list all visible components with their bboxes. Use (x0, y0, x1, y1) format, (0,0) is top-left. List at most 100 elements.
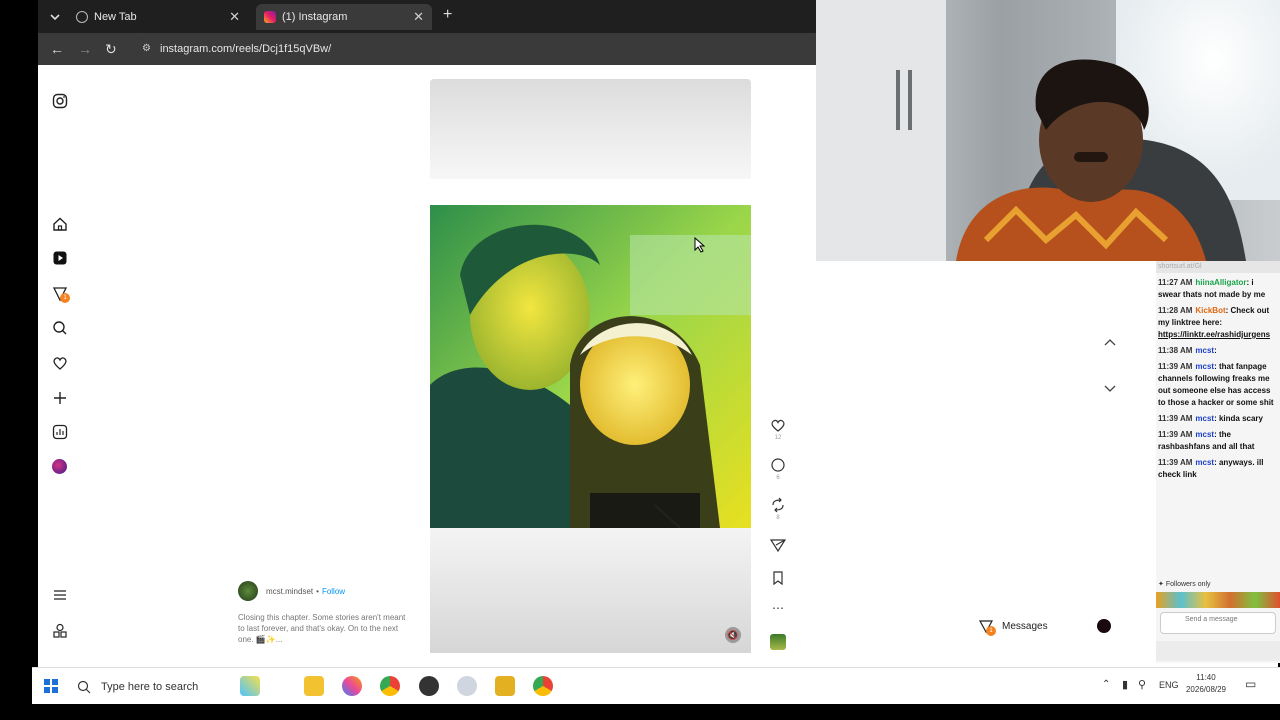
also-from-meta-icon[interactable] (52, 623, 70, 641)
file-explorer-icon[interactable] (304, 676, 324, 696)
chat-message: 11:38 AM mcst: (1156, 345, 1280, 357)
back-arrow-icon[interactable]: ← (50, 41, 64, 57)
share-action[interactable] (768, 537, 788, 553)
notification-badge: 1 (60, 293, 70, 303)
next-reel-preview[interactable]: 🔇 (430, 528, 751, 653)
send-message-placeholder: Send a message (1185, 616, 1238, 623)
audio-thumbnail[interactable] (768, 634, 788, 650)
chat-message-user[interactable]: mcst (1195, 458, 1214, 467)
previous-reel-preview[interactable] (430, 79, 751, 179)
chat-message-time: 11:38 AM (1158, 346, 1193, 355)
site-info-icon[interactable]: ⚙ (142, 37, 151, 61)
search-icon[interactable] (52, 320, 70, 338)
search-icon (77, 680, 91, 694)
messages-button[interactable]: 1 Messages (978, 618, 1048, 636)
direct-messages-icon[interactable]: 1 (52, 285, 70, 303)
create-plus-icon[interactable] (52, 390, 70, 408)
chat-message-user[interactable]: mcst (1195, 362, 1214, 371)
reel-caption: Closing this chapter. Some stories aren'… (238, 613, 406, 644)
stream-chat-panel: shortsurl.at/Gl 11:27 AM hiinaAlligator: … (1156, 261, 1280, 663)
send-icon (769, 539, 787, 553)
copilot-app-icon[interactable] (342, 676, 362, 696)
more-options-icon[interactable]: ⋯ (768, 601, 788, 615)
windows-start-icon[interactable] (44, 679, 58, 693)
chat-message: 11:27 AM hiinaAlligator: i swear thats no… (1156, 277, 1280, 301)
mute-icon[interactable]: 🔇 (725, 627, 741, 643)
chat-input[interactable]: Send a message (1160, 612, 1276, 634)
tab-search-dropdown[interactable] (46, 8, 64, 26)
clock[interactable]: 11:40 2026/08/29 (1184, 672, 1228, 696)
chat-message-user[interactable]: mcst (1195, 346, 1214, 355)
chat-message-text: : (1214, 346, 1217, 355)
separator-dot: • (316, 586, 319, 596)
dashboard-icon[interactable] (52, 424, 70, 442)
tray-chevron-up-icon[interactable]: ⌃ (1102, 679, 1110, 690)
messages-badge: 1 (986, 626, 996, 636)
snipping-tool-icon[interactable] (457, 676, 477, 696)
chrome-profile-icon[interactable] (533, 676, 553, 696)
heart-icon[interactable] (52, 355, 70, 373)
reload-icon[interactable]: ↻ (105, 41, 117, 58)
taskbar-search[interactable]: Type here to search (77, 676, 227, 698)
chat-message-time: 11:39 AM (1158, 414, 1193, 423)
chat-message-link[interactable]: https://linktr.ee/rashidjurgens (1158, 330, 1270, 339)
game-app-icon[interactable] (495, 676, 515, 696)
chat-message: 11:39 AM mcst: anyways. ill check link (1156, 457, 1280, 481)
chat-message-user[interactable]: KickBot (1195, 306, 1225, 315)
chat-message-user[interactable]: mcst (1195, 430, 1214, 439)
chrome-icon[interactable] (380, 676, 400, 696)
comment-action[interactable]: 6 (768, 457, 788, 481)
close-icon[interactable]: ✕ (413, 9, 424, 25)
chat-message-user[interactable]: mcst (1195, 414, 1214, 423)
chat-message-user[interactable]: hiinaAlligator (1195, 278, 1246, 287)
battery-icon[interactable]: ▮ (1122, 678, 1128, 691)
tab-label: New Tab (94, 11, 137, 23)
chat-bottom-bar (1156, 641, 1280, 661)
copilot-widget-icon[interactable] (240, 676, 260, 696)
messages-label: Messages (1002, 620, 1048, 632)
notifications-icon[interactable]: ▭ (1245, 677, 1256, 691)
close-icon[interactable]: ✕ (229, 9, 240, 25)
chevron-up-icon (1104, 339, 1116, 346)
emote-strip[interactable] (1156, 592, 1280, 608)
save-action[interactable] (768, 570, 788, 586)
reel-video[interactable] (430, 205, 751, 528)
chat-message-text: : kinda scary (1214, 414, 1263, 423)
reels-icon[interactable] (52, 250, 70, 268)
webcam-overlay (816, 0, 1280, 261)
instagram-favicon-icon (264, 11, 276, 23)
comment-icon (771, 458, 785, 472)
new-tab-button[interactable]: + (443, 6, 452, 24)
more-menu-icon[interactable] (52, 587, 70, 605)
chrome-globe-icon (76, 11, 88, 23)
chevron-down-icon (50, 14, 60, 21)
tab-instagram[interactable]: (1) Instagram ✕ (256, 4, 432, 30)
address-bar[interactable]: ⚙ instagram.com/reels/Dcj1f15qVBw/ (134, 37, 814, 61)
tab-new-tab[interactable]: New Tab ✕ (68, 4, 248, 30)
follow-button[interactable]: Follow (322, 587, 345, 596)
like-action[interactable]: 12 (768, 417, 788, 441)
author-name[interactable]: mcst.mindset (266, 587, 313, 596)
profile-avatar[interactable] (52, 459, 70, 477)
next-reel-button[interactable] (1102, 380, 1118, 396)
webcam-feed (816, 0, 1280, 261)
forward-arrow-icon[interactable]: → (78, 41, 92, 57)
followers-only-label: ✦ Followers only (1158, 581, 1211, 588)
bookmark-icon (773, 571, 783, 586)
network-icon[interactable]: ⚲ (1138, 678, 1146, 691)
repost-icon (772, 497, 784, 513)
previous-reel-button[interactable] (1102, 335, 1118, 351)
home-icon[interactable] (52, 216, 70, 234)
chat-message: 11:39 AM mcst: the rashbashfans and all t… (1156, 429, 1280, 453)
tab-label: (1) Instagram (282, 11, 348, 23)
repost-action[interactable]: 8 (768, 497, 788, 521)
obs-icon[interactable] (419, 676, 439, 696)
instagram-logo-icon[interactable] (52, 93, 70, 111)
repost-count: 8 (776, 515, 780, 521)
chat-message-time: 11:39 AM (1158, 458, 1193, 467)
clock-time: 11:40 (1196, 673, 1216, 682)
messages-avatar[interactable] (1097, 619, 1111, 633)
language-indicator[interactable]: ENG (1159, 680, 1179, 690)
author-avatar[interactable] (238, 581, 258, 601)
chat-top-bar: shortsurl.at/Gl (1156, 261, 1280, 273)
